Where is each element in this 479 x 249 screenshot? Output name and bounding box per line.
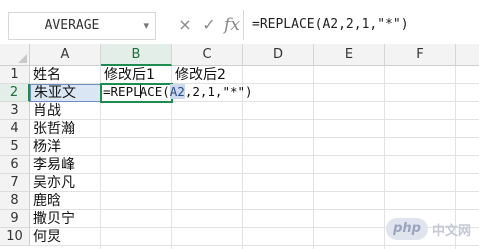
row-header-10[interactable]: 10 bbox=[0, 228, 30, 246]
formula-bar: AVERAGE ▾ × ✓ fx =REPLACE(A2,2,1,"*") bbox=[0, 0, 479, 44]
column-header-a[interactable]: A bbox=[30, 44, 101, 66]
cell-a7[interactable]: 吴亦凡 bbox=[30, 174, 101, 192]
cell-c1[interactable]: 修改后2 bbox=[172, 66, 243, 84]
row-header-2[interactable]: 2 bbox=[0, 84, 30, 102]
select-all-corner[interactable] bbox=[0, 44, 30, 66]
formula-input[interactable]: =REPLACE(A2,2,1,"*") bbox=[252, 12, 409, 38]
row-header-5[interactable]: 5 bbox=[0, 138, 30, 156]
column-header-d[interactable]: D bbox=[243, 44, 314, 66]
column-header-f[interactable]: F bbox=[385, 44, 456, 66]
row-header-1[interactable]: 1 bbox=[0, 66, 30, 84]
column-header-c[interactable]: C bbox=[172, 44, 243, 66]
chevron-down-icon[interactable]: ▾ bbox=[143, 19, 149, 32]
cell-b1[interactable]: 修改后1 bbox=[101, 66, 172, 84]
row-header-3[interactable]: 3 bbox=[0, 102, 30, 120]
edit-text-after-caret: ACE( bbox=[139, 84, 170, 99]
cell-a8[interactable]: 鹿晗 bbox=[30, 192, 101, 210]
cell-a1[interactable]: 姓名 bbox=[30, 66, 101, 84]
row-header-9[interactable]: 9 bbox=[0, 210, 30, 228]
edit-cell-reference: A2 bbox=[169, 84, 185, 99]
select-all-icon[interactable] bbox=[18, 54, 27, 63]
fx-icon[interactable]: fx bbox=[222, 12, 242, 38]
row-header-7[interactable]: 7 bbox=[0, 174, 30, 192]
name-box[interactable]: AVERAGE ▾ bbox=[8, 12, 156, 40]
cell-b2-editing[interactable]: =REPLACE(A2,2,1,"*") bbox=[100, 83, 253, 103]
column-header-g[interactable] bbox=[456, 44, 479, 66]
enter-icon[interactable]: ✓ bbox=[200, 12, 218, 38]
column-header-b[interactable]: B bbox=[101, 44, 172, 66]
watermark: php 中文网 bbox=[386, 217, 471, 241]
edit-text-rest: ,2,1,"*") bbox=[184, 84, 253, 99]
cell-a9[interactable]: 撒贝宁 bbox=[30, 210, 101, 228]
watermark-logo: php bbox=[386, 218, 428, 240]
cell-a6[interactable]: 李易峰 bbox=[30, 156, 101, 174]
cell-a3[interactable]: 肖战 bbox=[30, 102, 101, 120]
name-box-value[interactable]: AVERAGE bbox=[9, 13, 135, 39]
row-header-4[interactable]: 4 bbox=[0, 120, 30, 138]
column-header-e[interactable]: E bbox=[314, 44, 385, 66]
watermark-text: 中文网 bbox=[431, 223, 471, 239]
edit-text-before-caret: =REPL bbox=[103, 84, 141, 99]
formula-bar-divider bbox=[243, 10, 244, 40]
cell-a5[interactable]: 杨洋 bbox=[30, 138, 101, 156]
row-header-6[interactable]: 6 bbox=[0, 156, 30, 174]
row-header-8[interactable]: 8 bbox=[0, 192, 30, 210]
cell-a4[interactable]: 张哲瀚 bbox=[30, 120, 101, 138]
cell-a10[interactable]: 何炅 bbox=[30, 228, 101, 246]
cell-a2[interactable]: 朱亚文 bbox=[30, 84, 101, 102]
cancel-icon[interactable]: × bbox=[176, 12, 194, 38]
